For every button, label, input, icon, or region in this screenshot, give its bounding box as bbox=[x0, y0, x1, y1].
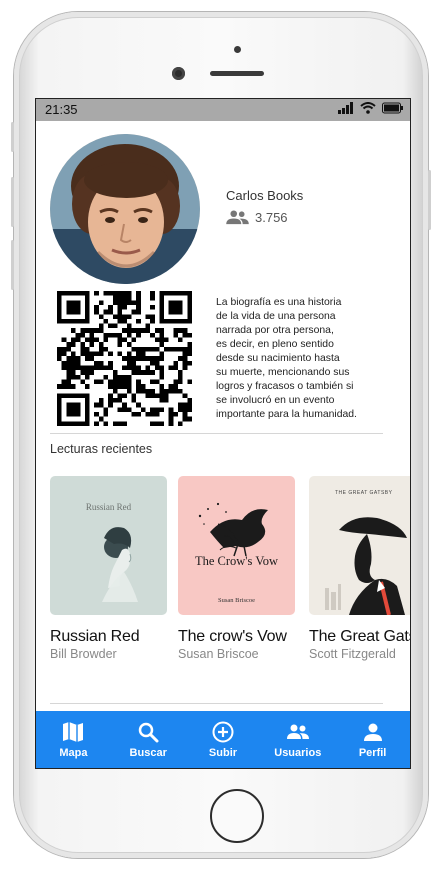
app-screen: 21:35 Carlos Books 3.756 La biografía es… bbox=[35, 98, 411, 769]
nav-item-subir[interactable]: Subir bbox=[186, 711, 261, 768]
search-icon bbox=[138, 722, 159, 743]
recent-books-carousel[interactable]: Russian Red Russian Red Bill Browder The… bbox=[50, 476, 410, 666]
followers-count: 3.756 bbox=[226, 210, 288, 225]
book-card[interactable]: Russian Red Russian Red Bill Browder bbox=[50, 476, 167, 661]
book-cover[interactable]: THE GREAT GATSBY bbox=[309, 476, 410, 615]
qr-code[interactable] bbox=[57, 291, 192, 426]
book-card[interactable]: THE GREAT GATSBY The Great Gatsby Scott … bbox=[309, 476, 410, 661]
book-title: Russian Red bbox=[50, 628, 140, 645]
front-camera bbox=[172, 67, 185, 80]
book-card[interactable]: The Crow's Vow Susan Briscoe The crow's … bbox=[178, 476, 295, 661]
section-divider bbox=[50, 433, 383, 434]
recent-reads-title: Lecturas recientes bbox=[50, 442, 153, 456]
earpiece-speaker bbox=[210, 71, 264, 76]
person-icon bbox=[363, 723, 382, 741]
status-bar: 21:35 bbox=[36, 99, 410, 121]
signal-icon bbox=[338, 102, 353, 114]
book-author: Scott Fitzgerald bbox=[309, 647, 396, 661]
book-title: The crow's Vow bbox=[178, 628, 287, 645]
book-cover[interactable]: Russian Red bbox=[50, 476, 167, 615]
section-divider bbox=[50, 703, 383, 704]
proximity-sensor bbox=[234, 46, 241, 53]
users-icon bbox=[286, 724, 309, 739]
volume-up-button bbox=[11, 177, 14, 227]
power-button bbox=[428, 170, 431, 230]
status-time: 21:35 bbox=[45, 102, 78, 117]
profile-bio: La biografía es una historia de la vida … bbox=[216, 297, 357, 420]
cover-title: The Crow's Vow bbox=[194, 554, 279, 568]
volume-down-button bbox=[11, 240, 14, 290]
cover-illustration bbox=[198, 502, 268, 557]
cover-illustration bbox=[102, 527, 138, 602]
nav-item-perfil[interactable]: Perfil bbox=[335, 711, 410, 768]
followers-value: 3.756 bbox=[255, 210, 288, 225]
nav-label: Subir bbox=[208, 747, 238, 759]
cover-illustration bbox=[325, 517, 407, 615]
add-circle-icon bbox=[212, 721, 234, 743]
book-author: Bill Browder bbox=[50, 647, 117, 661]
nav-label: Buscar bbox=[129, 747, 167, 759]
nav-label: Usuarios bbox=[274, 747, 322, 759]
book-cover[interactable]: The Crow's Vow Susan Briscoe bbox=[178, 476, 295, 615]
cover-author: Susan Briscoe bbox=[217, 597, 255, 604]
nav-item-buscar[interactable]: Buscar bbox=[111, 711, 186, 768]
battery-icon bbox=[382, 102, 403, 114]
nav-label: Perfil bbox=[358, 747, 387, 759]
nav-item-mapa[interactable]: Mapa bbox=[36, 711, 111, 768]
book-author: Susan Briscoe bbox=[178, 647, 259, 661]
home-button[interactable] bbox=[210, 789, 264, 843]
nav-label: Mapa bbox=[59, 747, 88, 759]
mute-switch bbox=[11, 122, 14, 152]
book-title: The Great Gatsby bbox=[309, 628, 410, 645]
wifi-icon bbox=[360, 102, 376, 114]
people-icon bbox=[226, 210, 249, 225]
bottom-navigation: Mapa Buscar Subir Usuarios Perfil bbox=[36, 711, 410, 768]
map-icon bbox=[63, 722, 84, 742]
profile-name: Carlos Books bbox=[226, 188, 304, 203]
profile-avatar bbox=[50, 134, 200, 284]
nav-item-usuarios[interactable]: Usuarios bbox=[260, 711, 335, 768]
